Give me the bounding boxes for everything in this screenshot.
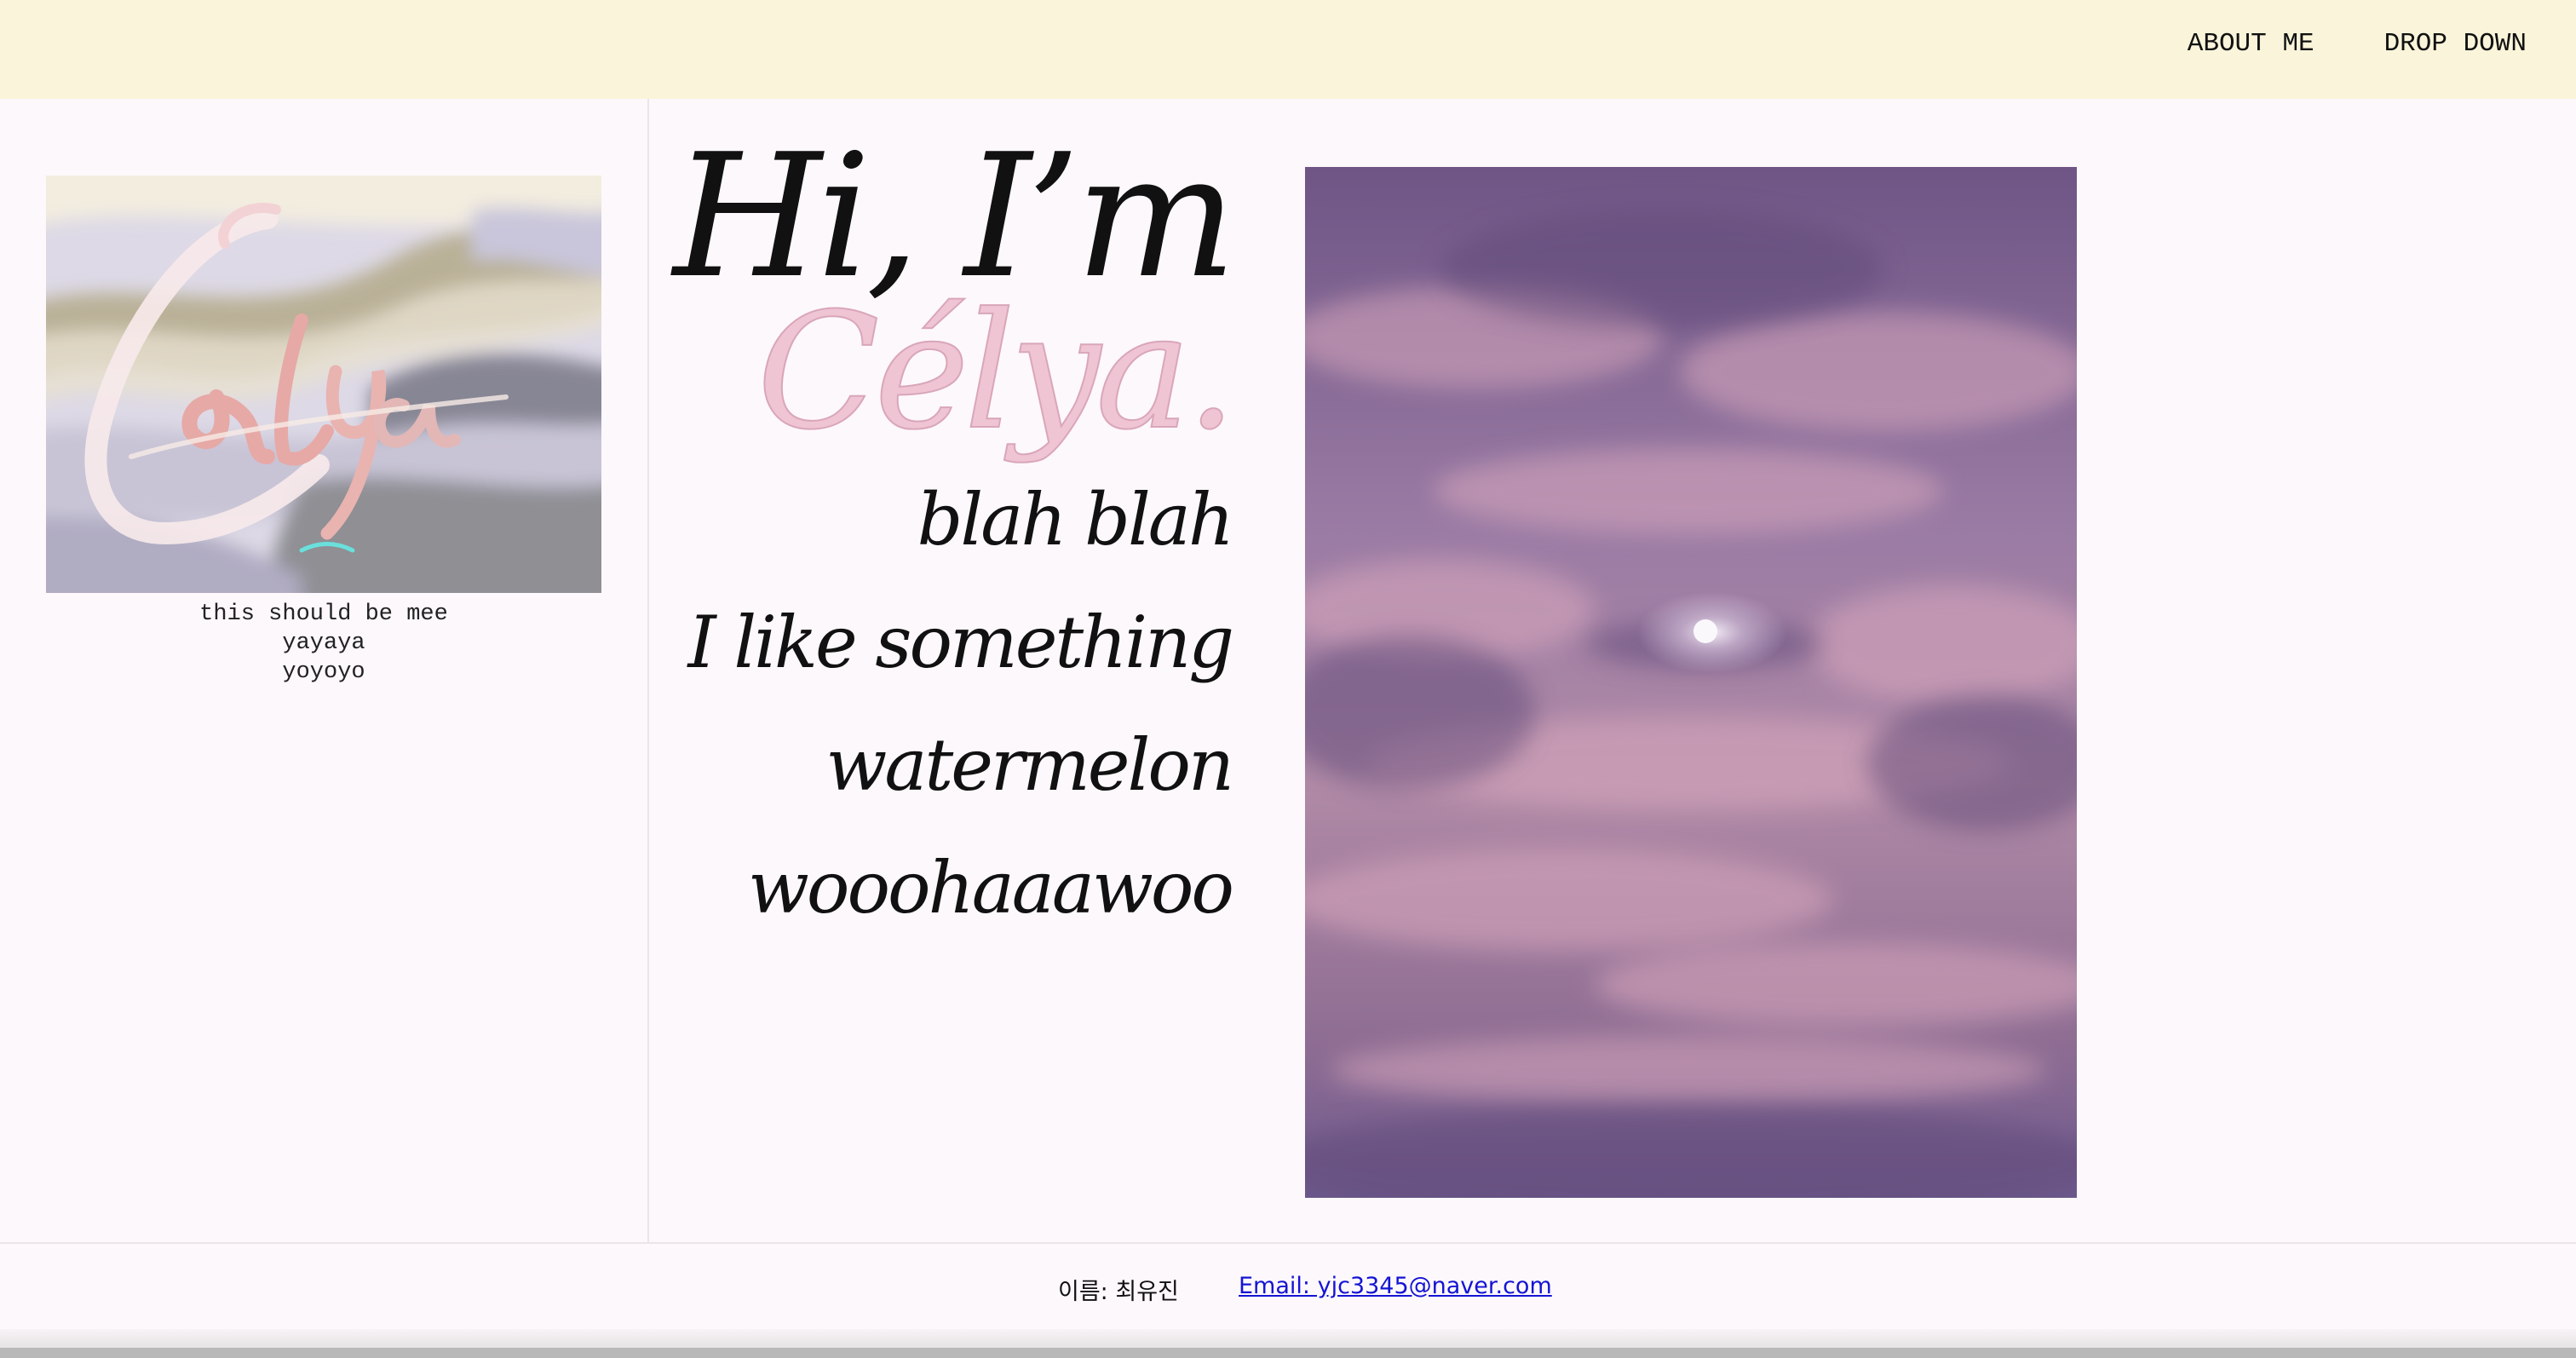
nav-about-me-link[interactable]: ABOUT ME [2188, 29, 2314, 59]
caption-line: yoyoyo [282, 659, 365, 685]
top-nav-bar: ABOUT ME DROP DOWN [0, 0, 2576, 99]
hero-line: blah blah [917, 478, 1234, 561]
caption-line: yayaya [282, 630, 365, 656]
horizontal-scrollbar[interactable] [0, 1348, 2576, 1358]
caption-line: this should be mee [199, 601, 448, 627]
logo-image [46, 176, 601, 593]
footer-email-link[interactable]: Email: yjc3345@naver.com [1239, 1273, 1552, 1299]
profile-caption: this should be mee yayaya yoyoyo [46, 600, 601, 687]
hero-line: wooohaaawoo [747, 846, 1234, 929]
sidebar-divider [647, 99, 649, 1242]
nav-drop-down-link[interactable]: DROP DOWN [2384, 29, 2527, 59]
footer-divider [0, 1242, 2576, 1244]
footer-name-label: 이름: 최유진 [1058, 1279, 1179, 1305]
footer: 이름: 최유진 Email: yjc3345@naver.com [0, 1273, 2576, 1305]
hero-text: Hi, I’m Célya. blah blah I like somethin… [664, 128, 1238, 949]
nav-menu: ABOUT ME DROP DOWN [2188, 29, 2527, 59]
sky-photo [1305, 167, 2077, 1198]
hero-line: I like something [687, 601, 1234, 684]
hero-line: watermelon [825, 723, 1234, 807]
